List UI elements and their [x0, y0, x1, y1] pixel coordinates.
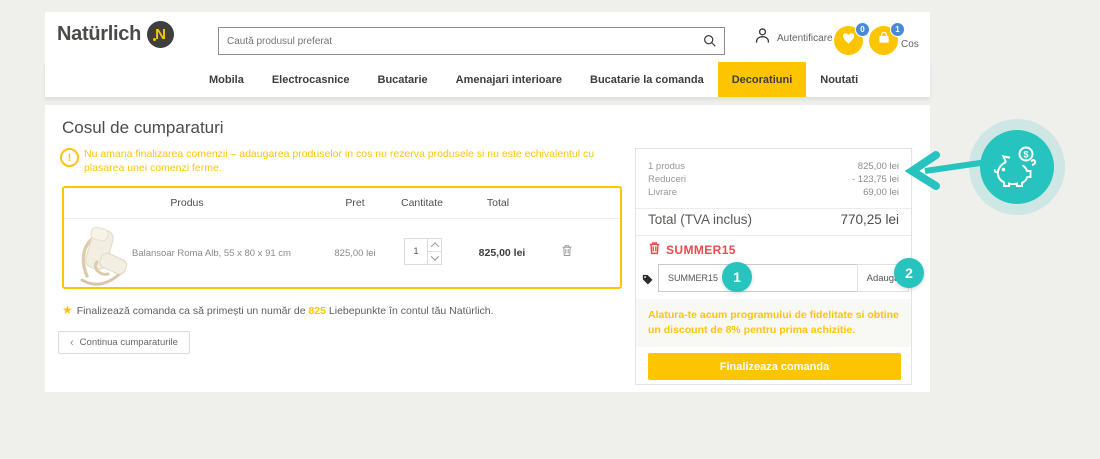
summary-value: 825,00 lei — [858, 160, 899, 173]
main-nav: Mobila Electrocasnice Bucatarie Amenajar… — [45, 62, 930, 97]
summary-label: 1 produs — [648, 160, 685, 173]
quantity-decrease-button[interactable] — [428, 251, 441, 264]
annotation-callout-1: 1 — [722, 262, 752, 292]
summary-line-discounts: Reduceri - 123,75 lei — [648, 173, 899, 186]
product-total: 825,00 lei — [479, 247, 526, 259]
arrow-left-icon — [905, 148, 1000, 198]
summary-label: Reduceri — [648, 173, 686, 186]
coupon-code-input[interactable] — [658, 264, 858, 292]
warning-message: Nu amana finalizarea comenzii – adaugare… — [84, 147, 629, 175]
nav-item-mobila[interactable]: Mobila — [195, 62, 258, 97]
summary-value: 69,00 lei — [863, 186, 899, 199]
points-note-after: Liebepunkte în contul tău Natürlich. — [329, 305, 494, 317]
page: Natürlich N Autentificare 0 — [0, 0, 1100, 459]
cart-table-header: Produs Pret Cantitate Total — [64, 188, 620, 219]
nav-item-decoratiuni[interactable]: Decoratiuni — [718, 62, 807, 97]
brand-badge-letter: N — [155, 26, 166, 43]
cart-count-badge: 1 — [890, 22, 905, 37]
column-header-quantity: Cantitate — [401, 197, 443, 209]
chevron-left-icon: ‹ — [70, 337, 74, 349]
star-icon: ★ — [62, 303, 73, 317]
nav-item-noutati[interactable]: Noutati — [806, 62, 872, 97]
summary-label: Livrare — [648, 186, 677, 199]
login-button[interactable]: Autentificare — [753, 26, 833, 50]
continue-shopping-label: Continua cumparaturile — [80, 337, 178, 348]
continue-shopping-button[interactable]: ‹ Continua cumparaturile — [58, 331, 190, 354]
tag-icon — [642, 272, 653, 290]
heart-icon — [841, 31, 856, 51]
summary-lines: 1 produs 825,00 lei Reduceri - 123,75 le… — [636, 149, 911, 209]
applied-coupon: SUMMER15 — [648, 241, 736, 258]
total-row: Total (TVA inclus) 770,25 lei — [636, 204, 911, 236]
header: Natürlich N Autentificare 0 — [45, 12, 930, 63]
points-value: 825 — [308, 305, 326, 317]
quantity-value[interactable]: 1 — [405, 239, 427, 264]
summary-line-products: 1 produs 825,00 lei — [648, 160, 899, 173]
checkout-button[interactable]: Finalizeaza comanda — [648, 353, 901, 380]
brand-logo[interactable]: Natürlich N — [57, 21, 174, 48]
chevron-down-icon — [430, 252, 438, 260]
loyalty-points-note: ★ Finalizează comanda ca să primești un n… — [62, 303, 494, 317]
login-label: Autentificare — [777, 33, 833, 44]
order-summary-panel: 1 produs 825,00 lei Reduceri - 123,75 le… — [635, 148, 912, 385]
wishlist-count-badge: 0 — [855, 22, 870, 37]
brand-name: Natürlich — [57, 23, 141, 46]
applied-coupon-code: SUMMER15 — [666, 243, 736, 257]
cart-table: Produs Pret Cantitate Total — [62, 186, 622, 289]
brand-badge-icon: N — [147, 21, 174, 48]
column-header-total: Total — [487, 197, 509, 209]
column-header-product: Produs — [170, 197, 203, 209]
total-label: Total (TVA inclus) — [648, 212, 752, 227]
points-note-before: Finalizează comanda ca să primești un nu… — [77, 305, 306, 317]
loyalty-program-note: Alatura-te acum programului de fidelitat… — [636, 299, 911, 347]
user-icon — [753, 26, 772, 50]
quantity-stepper: 1 — [404, 238, 442, 265]
chevron-up-icon — [430, 242, 438, 250]
svg-text:$: $ — [1023, 150, 1028, 160]
search-input[interactable] — [219, 36, 696, 47]
summary-value: - 123,75 lei — [852, 173, 899, 186]
page-title: Cosul de cumparaturi — [62, 118, 224, 138]
product-image[interactable] — [72, 224, 132, 286]
annotation-callout-2: 2 — [894, 258, 924, 288]
product-name[interactable]: Balansoar Roma Alb, 55 x 80 x 91 cm — [132, 248, 342, 259]
cart-label: Cos — [901, 39, 919, 50]
search-icon[interactable] — [696, 28, 724, 54]
total-value: 770,25 lei — [840, 212, 899, 227]
remove-coupon-button[interactable] — [648, 241, 661, 258]
brand-dot — [153, 38, 156, 41]
quantity-increase-button[interactable] — [428, 239, 441, 251]
nav-item-electrocasnice[interactable]: Electrocasnice — [258, 62, 364, 97]
search-bar — [218, 27, 725, 55]
warning-icon: ! — [60, 148, 79, 167]
nav-item-bucatarie-la-comanda[interactable]: Bucatarie la comanda — [576, 62, 718, 97]
nav-item-amenajari-interioare[interactable]: Amenajari interioare — [442, 62, 576, 97]
nav-item-bucatarie[interactable]: Bucatarie — [364, 62, 442, 97]
summary-line-shipping: Livrare 69,00 lei — [648, 186, 899, 199]
shopping-bag-icon — [876, 30, 892, 51]
column-header-price: Pret — [345, 197, 364, 209]
quantity-controls — [427, 239, 441, 264]
cart-page: Cosul de cumparaturi ! Nu amana finaliza… — [45, 105, 930, 392]
product-price: 825,00 lei — [334, 248, 375, 259]
remove-product-button[interactable] — [561, 244, 573, 262]
